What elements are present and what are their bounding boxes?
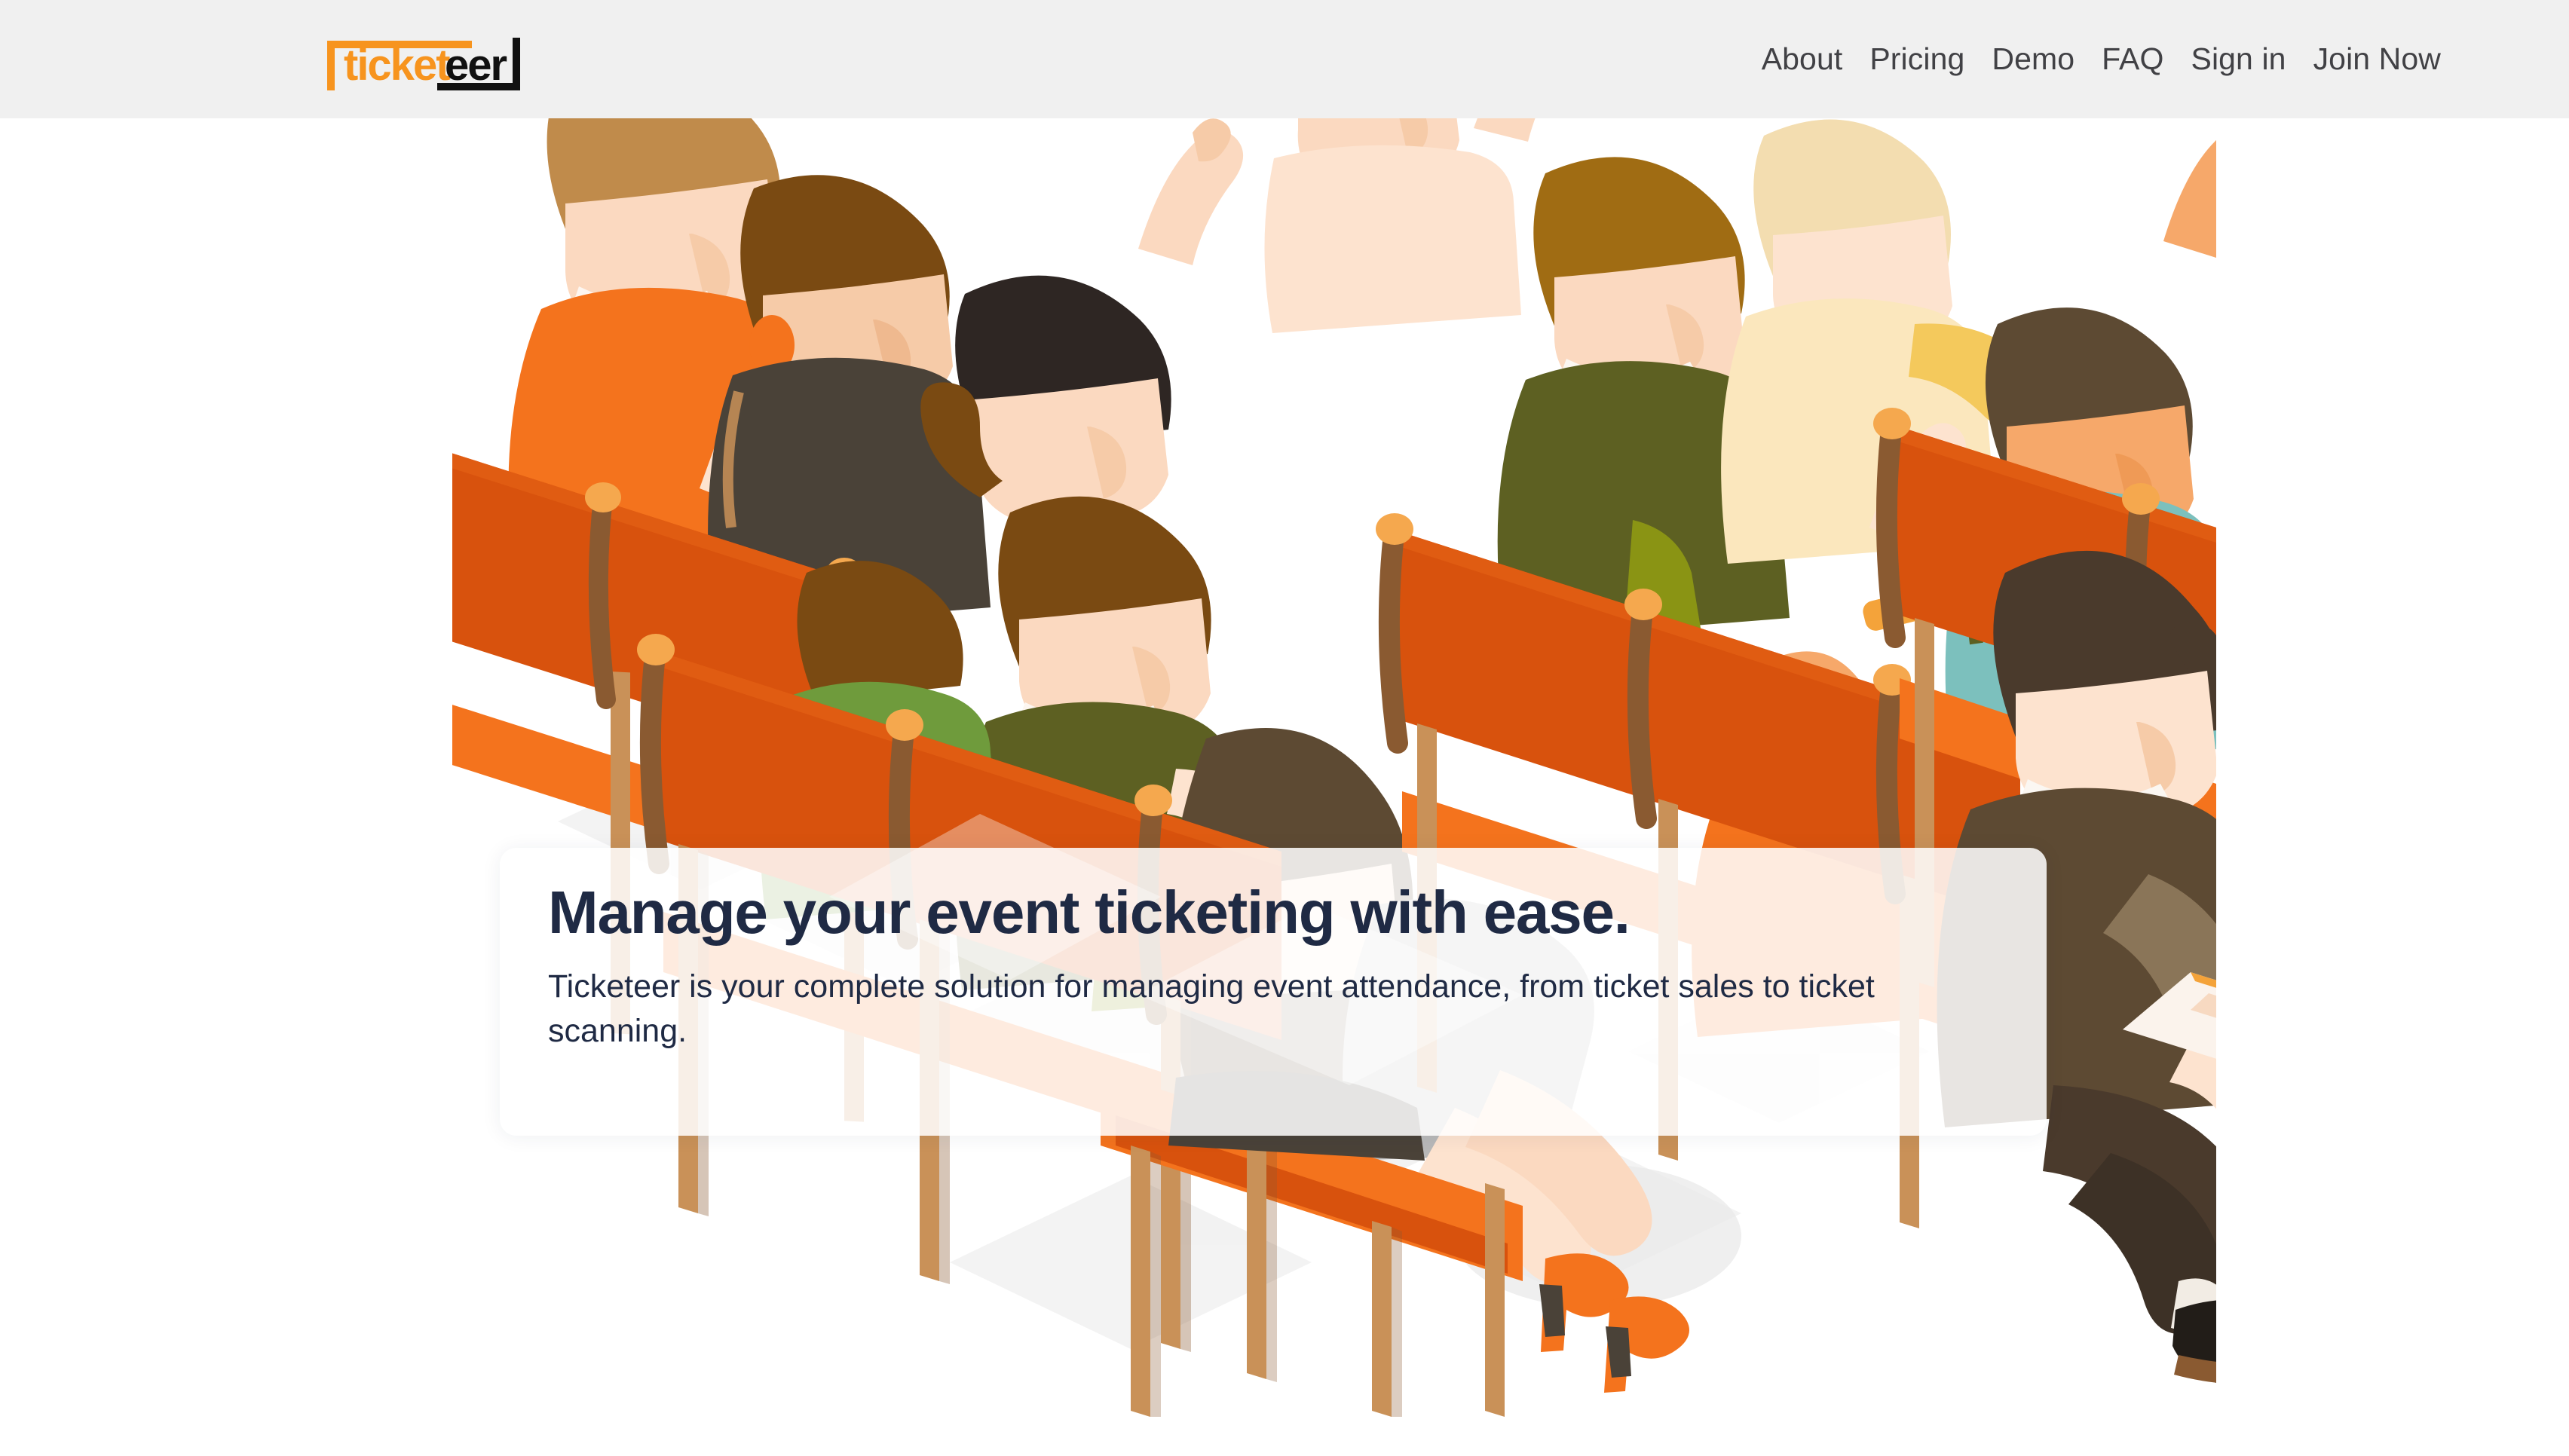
hero-illustration bbox=[452, 0, 2216, 1417]
site-header: ticket eer About Pricing Demo FAQ Sign i… bbox=[0, 0, 2569, 118]
nav-link-demo[interactable]: Demo bbox=[1978, 41, 2088, 77]
logo-mark: ticket eer bbox=[327, 38, 520, 90]
nav-link-pricing[interactable]: Pricing bbox=[1856, 41, 1978, 77]
nav-link-about[interactable]: About bbox=[1748, 41, 1857, 77]
svg-text:eer: eer bbox=[445, 41, 507, 90]
main-navigation: About Pricing Demo FAQ Sign in Join Now bbox=[1748, 0, 2454, 118]
hero-subtitle: Ticketeer is your complete solution for … bbox=[548, 968, 1875, 1050]
nav-link-sign-in[interactable]: Sign in bbox=[2178, 41, 2300, 77]
ticketeer-logo[interactable]: ticket eer bbox=[324, 20, 520, 95]
header-inner: ticket eer About Pricing Demo FAQ Sign i… bbox=[0, 0, 2569, 118]
hero-title: Manage your event ticketing with ease. bbox=[548, 879, 1631, 946]
hero-card: Manage your event ticketing with ease. T… bbox=[500, 848, 2047, 1136]
nav-link-join-now[interactable]: Join Now bbox=[2300, 41, 2454, 77]
hero-section: Manage your event ticketing with ease. T… bbox=[0, 0, 2569, 1456]
svg-text:ticket: ticket bbox=[344, 41, 450, 90]
nav-link-faq[interactable]: FAQ bbox=[2088, 41, 2177, 77]
